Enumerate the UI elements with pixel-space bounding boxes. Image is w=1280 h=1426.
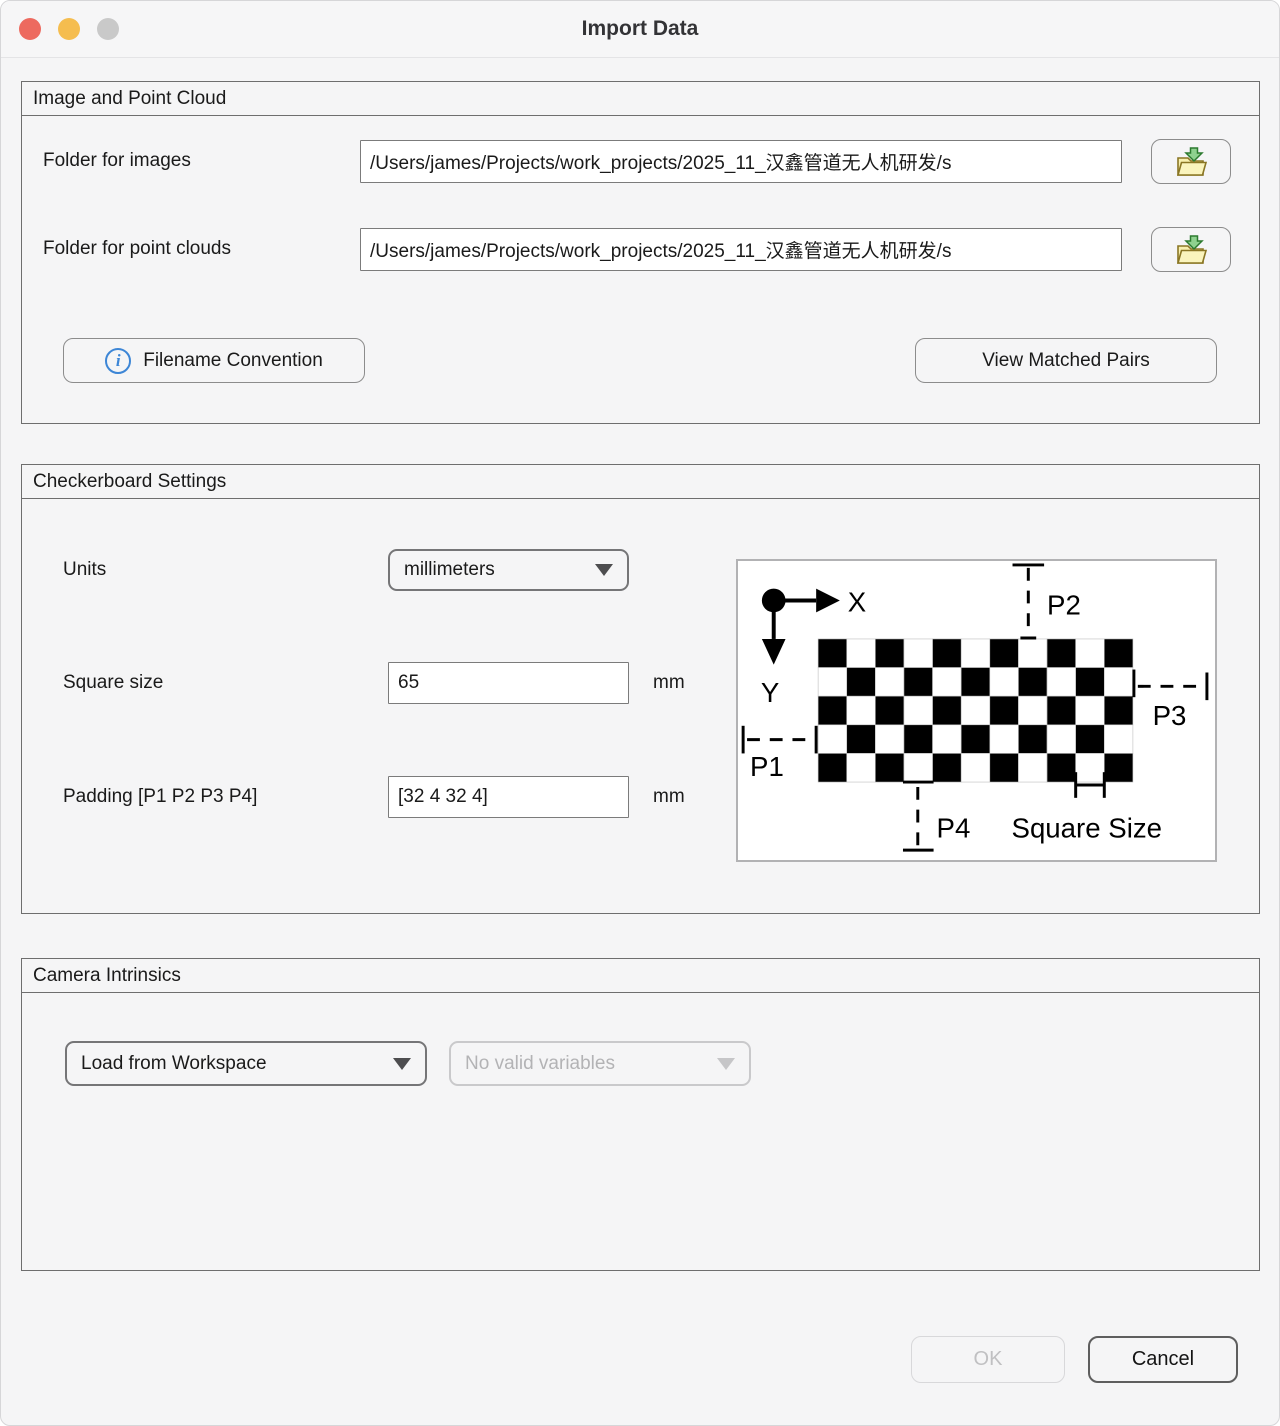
filename-convention-button[interactable]: i Filename Convention — [63, 338, 365, 383]
padding-label: Padding [P1 P2 P3 P4] — [63, 786, 257, 808]
x-axis-arrow-icon — [816, 589, 840, 613]
camera-intrinsics-section: Camera Intrinsics — [21, 958, 1260, 1271]
square-size-input[interactable] — [388, 662, 629, 704]
units-label: Units — [63, 559, 106, 581]
ok-button: OK — [911, 1336, 1065, 1383]
folder-pointclouds-input[interactable] — [360, 228, 1122, 271]
view-matched-pairs-button[interactable]: View Matched Pairs — [915, 338, 1217, 383]
checkerboard-squares — [818, 639, 1133, 782]
filename-convention-label: Filename Convention — [143, 350, 323, 372]
folder-images-label: Folder for images — [43, 150, 191, 172]
import-data-dialog: Import Data Image and Point Cloud Folder… — [0, 0, 1280, 1426]
checkerboard-diagram-svg: X Y P2 P3 P1 P4 — [738, 561, 1215, 860]
diagram-square-size-label: Square Size — [1012, 812, 1163, 843]
intrinsics-variables-dropdown: No valid variables — [449, 1041, 751, 1086]
image-point-cloud-section-title: Image and Point Cloud — [22, 82, 1259, 116]
y-axis-label: Y — [761, 677, 779, 708]
units-dropdown[interactable]: millimeters — [388, 549, 629, 591]
cancel-button[interactable]: Cancel — [1088, 1336, 1238, 1383]
padding-input[interactable] — [388, 776, 629, 818]
window-title: Import Data — [1, 1, 1279, 57]
chevron-down-icon — [393, 1058, 411, 1070]
x-axis-label: X — [848, 586, 866, 617]
folder-pointclouds-label: Folder for point clouds — [43, 238, 231, 260]
intrinsics-source-dropdown-value: Load from Workspace — [81, 1053, 267, 1075]
checkerboard-settings-section-title: Checkerboard Settings — [22, 465, 1259, 499]
folder-images-input[interactable] — [360, 140, 1122, 183]
info-icon: i — [105, 348, 131, 374]
checkerboard-diagram: X Y P2 P3 P1 P4 — [736, 559, 1217, 862]
browse-images-button[interactable] — [1151, 139, 1231, 184]
intrinsics-variables-dropdown-value: No valid variables — [465, 1053, 615, 1075]
chevron-down-icon — [595, 564, 613, 576]
browse-pointclouds-button[interactable] — [1151, 227, 1231, 272]
p1-label: P1 — [750, 751, 784, 782]
camera-intrinsics-section-title: Camera Intrinsics — [22, 959, 1259, 993]
title-bar: Import Data — [1, 1, 1279, 58]
folder-import-icon — [1172, 233, 1210, 267]
y-axis-arrow-icon — [762, 639, 786, 665]
units-dropdown-value: millimeters — [404, 559, 495, 581]
p4-label: P4 — [937, 812, 971, 843]
square-size-label: Square size — [63, 672, 163, 694]
intrinsics-source-dropdown[interactable]: Load from Workspace — [65, 1041, 427, 1086]
p3-label: P3 — [1153, 700, 1187, 731]
view-matched-pairs-label: View Matched Pairs — [982, 350, 1150, 372]
square-size-unit: mm — [653, 672, 685, 694]
padding-unit: mm — [653, 786, 685, 808]
folder-import-icon — [1172, 145, 1210, 179]
chevron-down-icon — [717, 1058, 735, 1070]
p2-label: P2 — [1047, 589, 1081, 620]
